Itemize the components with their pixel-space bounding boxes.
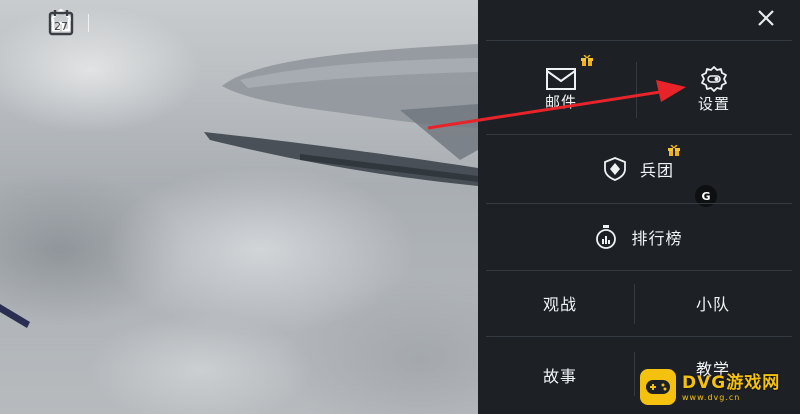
divider — [486, 203, 792, 204]
watermark-title: DVG游戏网 — [682, 372, 781, 393]
leaderboard-label: 排行榜 — [631, 229, 683, 248]
calendar-button[interactable]: 27 — [48, 9, 129, 37]
divider — [634, 284, 635, 324]
watermark-domain: www.dvg.cn — [682, 392, 741, 402]
top-bar: 27 — [48, 8, 129, 38]
leaderboard-stopwatch-icon — [596, 225, 617, 249]
close-icon[interactable] — [754, 6, 778, 30]
legion-shield-icon — [604, 157, 626, 181]
mail-icon — [546, 67, 576, 90]
story-label: 故事 — [542, 367, 577, 386]
divider — [634, 352, 635, 396]
gift-icon — [581, 55, 593, 66]
calendar-day: 27 — [54, 20, 68, 33]
story-button[interactable]: 故事 — [486, 340, 634, 410]
leaderboard-button[interactable]: 排行榜 — [478, 205, 800, 269]
topbar-divider — [88, 14, 89, 32]
divider — [486, 40, 792, 41]
gift-icon — [668, 145, 680, 156]
watermark-gamepad-icon — [640, 369, 676, 405]
mail-button[interactable]: 邮件 — [492, 52, 630, 126]
settings-gear-icon — [701, 65, 727, 92]
game-scene: 27 — [0, 0, 478, 414]
divider — [486, 134, 792, 135]
aircraft-scene — [0, 44, 478, 328]
mail-label: 邮件 — [544, 92, 577, 111]
legion-label: 兵团 — [639, 161, 674, 180]
squad-label: 小队 — [695, 295, 730, 314]
watermark: DVG游戏网 www.dvg.cn — [640, 366, 792, 408]
menu-panel: 邮件 设置 兵团 G 排行榜 观战 小队 故事 教学 — [478, 0, 800, 414]
calendar-icon: 27 — [48, 10, 74, 36]
spectate-label: 观战 — [542, 295, 577, 314]
spectate-button[interactable]: 观战 — [486, 272, 634, 334]
squad-button[interactable]: 小队 — [638, 272, 788, 334]
settings-label: 设置 — [697, 94, 730, 113]
divider — [636, 62, 637, 118]
settings-button[interactable]: 设置 — [644, 52, 784, 126]
legion-button[interactable]: 兵团 — [478, 136, 800, 202]
divider — [486, 270, 792, 271]
divider — [486, 336, 792, 337]
